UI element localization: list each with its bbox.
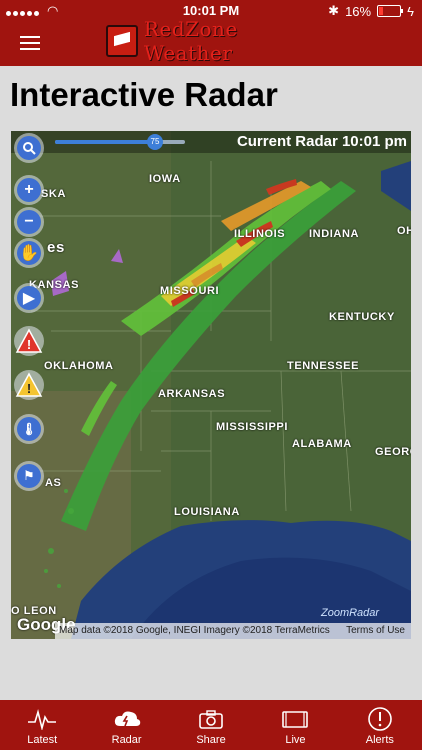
alert-circle-icon [368,707,392,731]
state-label-mississippi: MISSISSIPPI [216,421,289,433]
map-terrain [11,131,411,639]
play-icon: ▶ [17,286,41,310]
attribution-text: Map data ©2018 Google, INEGI Imagery ©20… [59,625,330,636]
bluetooth-icon: ✱ [328,3,340,18]
camera-icon [199,710,223,729]
logo-icon [106,25,138,57]
state-label-missouri: MISSOURI [160,285,220,297]
state-label-oklahoma: OKLAHOMA [44,360,114,372]
watches-button[interactable]: ! [14,370,44,400]
state-label-illinois: ILLINOIS [234,228,286,240]
search-button[interactable] [14,133,44,163]
play-button[interactable]: ▶ [14,283,44,313]
time-slider-knob[interactable]: 75 [147,134,163,150]
warning-red-icon: ! [15,328,43,353]
hand-icon: ✋ [17,241,41,265]
state-label-louisiana: LOUISIANA [174,506,240,518]
state-label-nebraska: SKA [41,188,67,200]
battery-icon [377,5,404,17]
state-label-iowa: IOWA [149,173,181,185]
tab-bar: Latest Radar Share Live Alerts [0,700,422,750]
video-icon [282,711,309,728]
state-label-arkansas: ARKANSAS [158,388,226,400]
pan-button[interactable]: ✋ [14,238,44,268]
status-right: ✱ 16% ϟ [328,3,414,19]
state-label-indiana: INDIANA [309,228,360,240]
tab-label: Live [285,734,306,746]
tab-label: Share [196,734,226,746]
thermometer-icon: 🌡 [17,417,41,441]
warning-yellow-icon: ! [15,372,43,397]
map-attribution: Map data ©2018 Google, INEGI Imagery ©20… [55,623,411,639]
state-label-tennessee: TENNESSEE [287,360,360,372]
svg-text:!: ! [27,381,31,396]
menu-icon[interactable] [20,36,40,50]
radar-map[interactable]: 75 Current Radar 10:01 pm IOWA ILLINOIS … [11,131,411,639]
tab-label: Alerts [365,734,394,746]
search-icon [17,136,41,160]
tab-label: Radar [111,734,142,746]
zoomradar-logo: ZoomRadar [321,607,380,619]
wind-button[interactable]: ⚑ [14,461,44,491]
wind-flag-icon: ⚑ [17,464,41,488]
state-label-alabama: ALABAMA [292,438,352,450]
app-logo: RedZone Weather [106,17,320,65]
page-title: Interactive Radar [10,76,278,113]
state-label-fragment: es [47,239,65,256]
zoom-in-icon: + [17,178,41,202]
state-label-kentucky: KENTUCKY [329,311,395,323]
state-label-texas: AS [45,477,62,489]
tab-label: Latest [27,734,58,746]
zoom-in-button[interactable]: + [14,175,44,205]
warnings-button[interactable]: ! [14,326,44,356]
pulse-icon [28,708,57,730]
charging-icon: ϟ [407,3,414,19]
radar-cloud-icon [114,711,140,727]
svg-text:!: ! [27,337,31,352]
tab-live[interactable]: Live [253,700,337,750]
current-radar-time: Current Radar 10:01 pm [236,133,407,150]
tab-latest[interactable]: Latest [0,700,84,750]
time-slider[interactable] [55,140,185,144]
nav-bar: RedZone Weather [0,17,422,66]
terms-of-use-link[interactable]: Terms of Use [346,623,405,639]
state-label-ohio: OH [397,225,411,237]
tab-share[interactable]: Share [169,700,253,750]
state-label-georgia: GEORG [375,446,411,458]
app-name: RedZone Weather [143,17,238,65]
temperature-button[interactable]: 🌡 [14,414,44,444]
tab-alerts[interactable]: Alerts [338,700,422,750]
zoom-out-button[interactable]: − [14,207,44,237]
battery-percent: 16% [345,3,372,19]
tab-radar[interactable]: Radar [84,700,168,750]
zoom-out-icon: − [17,210,41,234]
